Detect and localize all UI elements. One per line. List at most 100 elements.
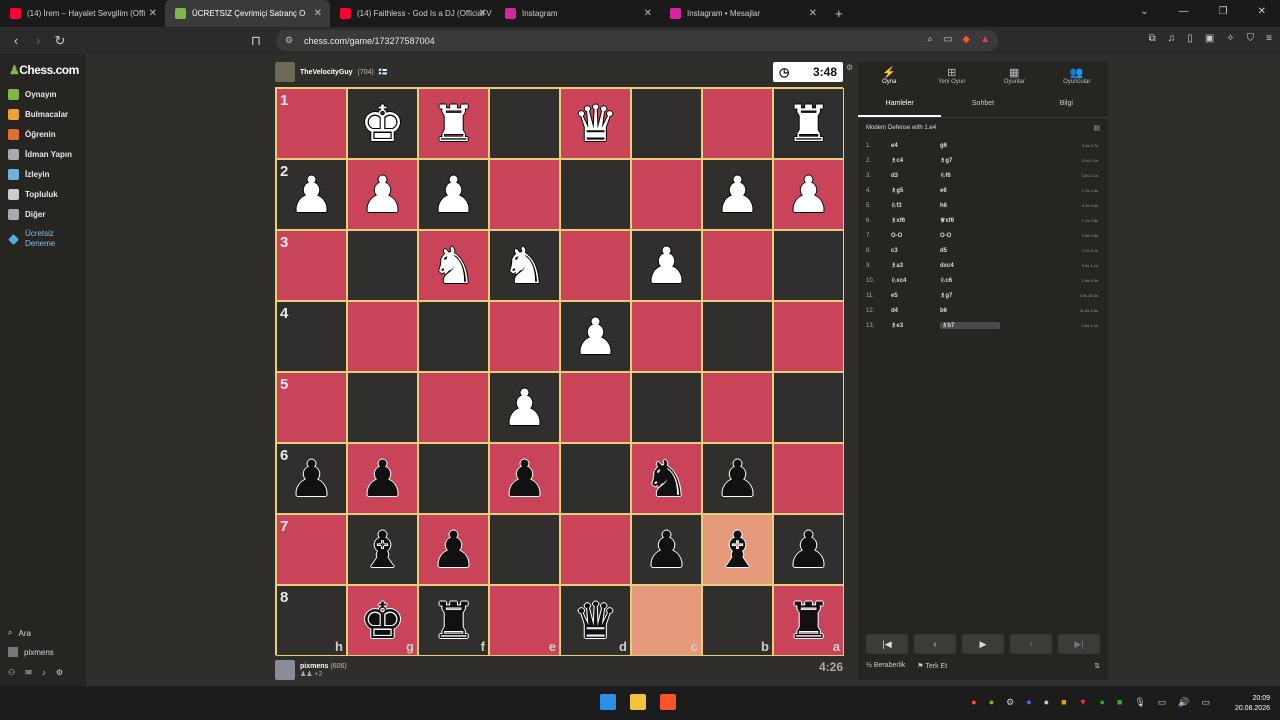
white-queen-piece[interactable]: ♛ <box>573 99 618 149</box>
board-square[interactable] <box>702 301 773 372</box>
white-move[interactable]: ♘f3 <box>891 202 940 209</box>
sidebar-item-trial[interactable]: Ücretsiz Deneme <box>8 229 55 249</box>
board-square[interactable]: ♜ <box>418 88 489 159</box>
prev-move-button[interactable]: ‹ <box>914 634 956 654</box>
board-square[interactable] <box>702 230 773 301</box>
board-square[interactable]: ♞ <box>489 230 560 301</box>
black-move[interactable]: e6 <box>940 188 1000 194</box>
board-square[interactable]: c <box>631 585 702 656</box>
panel-subtab[interactable]: Sohbet <box>941 92 1024 117</box>
board-square[interactable] <box>489 301 560 372</box>
board-square[interactable] <box>418 372 489 443</box>
close-window-icon[interactable]: ✕ <box>1258 6 1266 17</box>
board-square[interactable]: ♟ <box>773 159 844 230</box>
white-pawn-piece[interactable]: ♟ <box>360 170 405 220</box>
tray-app-icon[interactable]: ⚙ <box>1006 697 1014 708</box>
close-tab-icon[interactable]: ✕ <box>314 8 322 19</box>
board-square[interactable] <box>560 514 631 585</box>
board-square[interactable] <box>773 230 844 301</box>
black-move[interactable]: ♗g7 <box>940 157 1000 164</box>
sidebar-search[interactable]: ⌕ Ara <box>8 628 31 638</box>
board-square[interactable]: f ♜ <box>418 585 489 656</box>
cast-icon[interactable]: ▭ <box>943 34 952 45</box>
board-square[interactable]: 8h <box>276 585 347 656</box>
board-square[interactable] <box>702 372 773 443</box>
close-tab-icon[interactable]: ✕ <box>149 8 157 19</box>
extensions-icon[interactable]: ⧉ <box>1149 33 1156 44</box>
board-square[interactable]: ♚ <box>347 88 418 159</box>
board-square[interactable]: ♟ <box>489 443 560 514</box>
black-king-piece[interactable]: ♚ <box>360 596 405 646</box>
file-explorer-icon[interactable] <box>630 694 646 710</box>
board-square[interactable] <box>418 443 489 514</box>
close-tab-icon[interactable]: ✕ <box>644 8 652 19</box>
black-move[interactable]: h6 <box>940 203 1000 209</box>
browser-tab[interactable]: (14) İrem – Hayalet Sevgilim (Offi ✕ <box>0 0 165 27</box>
white-move[interactable]: ♗c4 <box>891 157 940 164</box>
volume-icon[interactable]: 🔊 <box>1178 697 1189 708</box>
black-pawn-piece[interactable]: ♟ <box>360 454 405 504</box>
windows-start-icon[interactable] <box>600 694 616 710</box>
board-square[interactable]: ♟ <box>631 514 702 585</box>
steam-icon[interactable]: ● <box>1044 697 1049 708</box>
board-square[interactable]: 2 ♟ <box>276 159 347 230</box>
white-move[interactable]: d3 <box>891 173 940 179</box>
panel-tab[interactable]: ⚡ Oyna <box>858 62 921 92</box>
sidebar-item[interactable]: Öğrenin <box>8 129 56 140</box>
black-queen-piece[interactable]: ♛ <box>573 596 618 646</box>
board-square[interactable]: 1 <box>276 88 347 159</box>
board-square[interactable] <box>489 514 560 585</box>
top-player-name[interactable]: TheVelocityGuy <box>300 69 353 76</box>
black-pawn-piece[interactable]: ♟ <box>289 454 334 504</box>
board-square[interactable]: d ♛ <box>560 585 631 656</box>
chess-board[interactable]: 1 ♚ ♜ ♛ ♜ 2 ♟ ♟ ♟ ♟ ♟ 3 ♞ ♞ ♟ 4 ♟ 5 ♟ 6 ♟ ♟ ♟ ♞ ♟ 7 ♝ ♟ ♟ ♝ ♟ 8 h g ♚ f ♜ e d ♛… <box>275 87 844 656</box>
resign-button[interactable]: ⚑ Terk Et <box>917 662 947 670</box>
avatar[interactable] <box>275 660 295 680</box>
tray-app-icon[interactable]: ▼ <box>1079 697 1088 708</box>
discord-icon[interactable]: ● <box>1026 697 1031 708</box>
mail-icon[interactable]: ✉ <box>25 668 32 677</box>
browser-tab[interactable]: Instagram • Mesajlar ✕ <box>660 0 825 27</box>
brave-shield-icon[interactable]: ◆ <box>962 34 970 45</box>
maximize-icon[interactable]: ❐ <box>1219 6 1228 17</box>
bottom-player-name[interactable]: pixmens <box>300 663 328 670</box>
sidebar-item[interactable]: Topluluk <box>8 189 58 200</box>
board-square[interactable] <box>631 88 702 159</box>
sidebar-toggle-icon[interactable]: ▯ <box>1187 33 1193 44</box>
white-king-piece[interactable]: ♚ <box>360 99 405 149</box>
black-pawn-piece[interactable]: ♟ <box>644 525 689 575</box>
black-pawn-piece[interactable]: ♟ <box>715 454 760 504</box>
microphone-icon[interactable]: 🎙 <box>1134 697 1145 708</box>
board-square[interactable] <box>489 159 560 230</box>
white-move[interactable]: e5 <box>891 293 940 299</box>
board-square[interactable] <box>773 301 844 372</box>
white-pawn-piece[interactable]: ♟ <box>573 312 618 362</box>
avatar[interactable] <box>275 62 295 82</box>
address-bar[interactable]: ⚙ chess.com/game/173277587004 ⌕ ▭ ◆ ▲ <box>276 30 998 51</box>
board-square[interactable]: g ♚ <box>347 585 418 656</box>
white-pawn-piece[interactable]: ♟ <box>289 170 334 220</box>
music-icon[interactable]: ♫ <box>1168 33 1176 44</box>
new-tab-button[interactable]: + <box>835 6 843 21</box>
white-move[interactable]: c3 <box>891 248 940 254</box>
board-square[interactable] <box>702 88 773 159</box>
board-square[interactable]: 4 <box>276 301 347 372</box>
board-square[interactable]: ♛ <box>560 88 631 159</box>
board-square[interactable] <box>631 372 702 443</box>
board-square[interactable] <box>560 443 631 514</box>
black-pawn-piece[interactable]: ♟ <box>786 525 831 575</box>
board-square[interactable] <box>773 372 844 443</box>
tray-app-icon[interactable]: ■ <box>1061 697 1066 708</box>
nvidia-icon[interactable]: ● <box>989 697 994 708</box>
panel-tab[interactable]: ⊞ Yeni Oyun <box>921 62 984 92</box>
board-square[interactable]: e <box>489 585 560 656</box>
board-square[interactable]: ♟ <box>560 301 631 372</box>
board-square[interactable]: ♜ <box>773 88 844 159</box>
white-move[interactable]: ♗xf6 <box>891 217 940 224</box>
board-settings-icon[interactable]: ⚙ <box>846 63 853 72</box>
black-move[interactable]: ♗b7 <box>940 322 1000 329</box>
board-square[interactable]: b <box>702 585 773 656</box>
sidebar-item[interactable]: İdman Yapın <box>8 149 72 160</box>
board-square[interactable] <box>489 88 560 159</box>
white-rook-piece[interactable]: ♜ <box>786 99 831 149</box>
